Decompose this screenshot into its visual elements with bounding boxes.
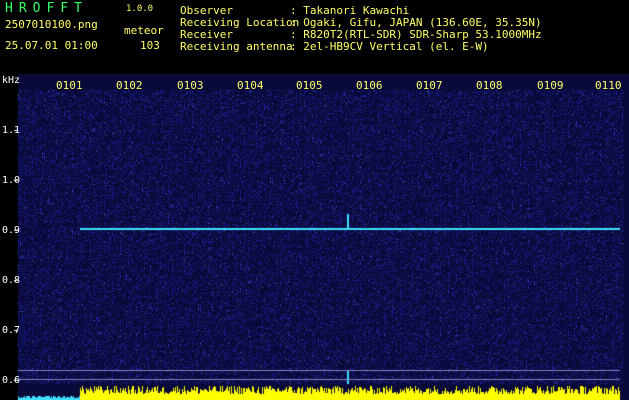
waterfall-spectrogram	[0, 74, 629, 400]
freq-tick-label: 0.7	[2, 325, 21, 336]
time-tick-label: 0108	[476, 79, 503, 92]
time-tick-label: 0106	[356, 79, 383, 92]
time-tick-label: 0110	[595, 79, 622, 92]
freq-tick-label: 1.0	[2, 175, 21, 186]
time-tick-label: 0104	[237, 79, 264, 92]
freq-tick-label: 0.6	[2, 375, 21, 386]
app-version: 1.0.0	[126, 4, 154, 14]
freq-tick-label: 1.1	[2, 125, 21, 136]
time-tick-label: 0101	[56, 79, 83, 92]
meteor-count: 103	[140, 39, 160, 52]
app-name: HROFFT	[5, 1, 88, 16]
datetime: 25.07.01 01:00	[5, 39, 98, 52]
time-tick-label: 0102	[116, 79, 143, 92]
freq-tick-label: 0.8	[2, 275, 21, 286]
time-tick-label: 0109	[537, 79, 564, 92]
time-tick-label: 0107	[416, 79, 443, 92]
antenna-label: Receiving antenna	[180, 40, 293, 53]
time-tick-label: 0103	[177, 79, 204, 92]
time-tick-label: 0105	[296, 79, 323, 92]
meteor-label: meteor	[124, 24, 164, 37]
freq-unit-label: kHz	[2, 75, 21, 86]
antenna-value: : 2el-HB9CV Vertical (el. E-W)	[290, 40, 489, 53]
filename: 2507010100.png	[5, 18, 98, 31]
header-panel: HROFFT 1.0.0 2507010100.png 25.07.01 01:…	[0, 0, 629, 74]
freq-tick-label: 0.9	[2, 225, 21, 236]
